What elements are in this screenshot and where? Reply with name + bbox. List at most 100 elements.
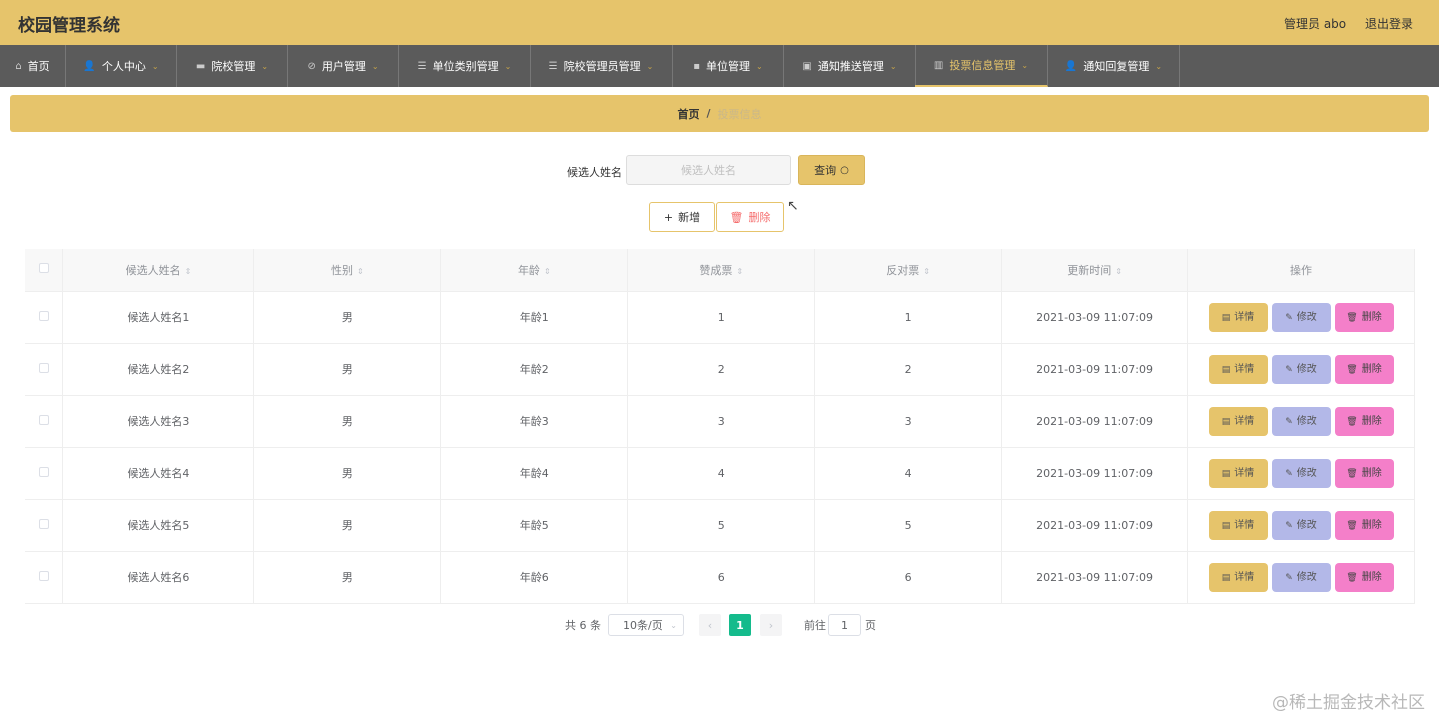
row-checkbox[interactable] xyxy=(25,291,64,344)
nav-item-1[interactable]: 👤 个人中心 ⌄ xyxy=(66,45,177,87)
delete-button[interactable]: 🗑 删除 xyxy=(1334,458,1394,488)
pagination-total: 共 6 条 xyxy=(565,619,601,632)
delete-button[interactable]: 🗑 删除 xyxy=(1334,562,1394,592)
table-cell: 男 xyxy=(253,447,442,500)
row-checkbox[interactable] xyxy=(25,343,64,396)
delete-button-label: 删除 xyxy=(1361,363,1382,375)
select-all-checkbox[interactable] xyxy=(25,249,64,292)
edit-button-label: 修改 xyxy=(1296,311,1317,323)
pencil-icon: ✎ xyxy=(1285,416,1293,427)
edit-button[interactable]: ✎ 修改 xyxy=(1271,302,1331,332)
batch-delete-button[interactable]: 🗑 删除 xyxy=(716,202,784,232)
trash-icon: 🗑 xyxy=(729,210,744,224)
row-checkbox[interactable] xyxy=(25,499,64,552)
table-cell: 3 xyxy=(814,395,1003,448)
add-button[interactable]: + 新增 xyxy=(649,202,715,232)
table-header-row: 候选人姓名 ⇕ 性别 ⇕ 年龄 ⇕ 赞成票 ⇕ 反对票 ⇕ 更新时间 ⇕ 操作 xyxy=(25,249,1415,292)
detail-button[interactable]: ▤ 详情 xyxy=(1208,302,1268,332)
col-header-label: 性别 xyxy=(331,263,354,277)
delete-button[interactable]: 🗑 删除 xyxy=(1334,302,1394,332)
detail-button[interactable]: ▤ 详情 xyxy=(1208,354,1268,384)
table-cell: 2021-03-09 11:07:09 xyxy=(1001,499,1189,552)
nav-item-2[interactable]: ▬ 院校管理 ⌄ xyxy=(177,45,288,87)
mouse-cursor-icon: ↖ xyxy=(787,198,799,214)
delete-button[interactable]: 🗑 删除 xyxy=(1334,510,1394,540)
nav-item-label: 投票信息管理 xyxy=(949,59,1016,72)
nav-item-8[interactable]: ▥ 投票信息管理 ⌄ xyxy=(915,45,1048,87)
edit-button[interactable]: ✎ 修改 xyxy=(1271,510,1331,540)
col-header-oppose[interactable]: 反对票 ⇕ xyxy=(814,249,1003,292)
detail-button-label: 详情 xyxy=(1234,467,1255,479)
row-checkbox[interactable] xyxy=(25,395,64,448)
table-cell: 年龄2 xyxy=(440,343,629,396)
pencil-icon: ✎ xyxy=(1285,520,1293,531)
sort-icon: ⇕ xyxy=(736,266,744,276)
page-size-select[interactable]: 10条/页 ⌄ xyxy=(608,614,684,636)
edit-button[interactable]: ✎ 修改 xyxy=(1271,354,1331,384)
table-cell: 候选人姓名4 xyxy=(62,447,255,500)
nav-item-label: 通知推送管理 xyxy=(817,60,884,73)
nav-item-4[interactable]: ☰ 单位类别管理 ⌄ xyxy=(399,45,531,87)
nav-item-5[interactable]: ☰ 院校管理员管理 ⌄ xyxy=(530,45,673,87)
table-cell: 4 xyxy=(627,447,816,500)
col-header-age[interactable]: 年龄 ⇕ xyxy=(440,249,629,292)
detail-icon: ▤ xyxy=(1221,364,1231,375)
col-header-name[interactable]: 候选人姓名 ⇕ xyxy=(62,249,255,292)
add-button-label: 新增 xyxy=(678,211,701,224)
delete-button[interactable]: 🗑 删除 xyxy=(1334,354,1394,384)
breadcrumb-separator: / xyxy=(706,107,711,120)
edit-button[interactable]: ✎ 修改 xyxy=(1271,458,1331,488)
delete-button[interactable]: 🗑 删除 xyxy=(1334,406,1394,436)
next-page-button[interactable]: › xyxy=(760,614,782,636)
col-header-gender[interactable]: 性别 ⇕ xyxy=(253,249,442,292)
table-cell: 候选人姓名3 xyxy=(62,395,255,448)
main-nav: ⌂ 首页 👤 个人中心 ⌄ ▬ 院校管理 ⌄ ⊘ 用户管理 ⌄ ☰ 单位类别管理 ⌄ ☰ 院校管理员管理 ⌄ ▪ 单… xyxy=(0,45,1439,87)
col-header-label: 反对票 xyxy=(886,263,920,277)
nav-item-9[interactable]: 👤 通知回复管理 ⌄ xyxy=(1048,45,1180,87)
table-cell: 2021-03-09 11:07:09 xyxy=(1001,447,1189,500)
col-header-approve[interactable]: 赞成票 ⇕ xyxy=(627,249,816,292)
edit-button[interactable]: ✎ 修改 xyxy=(1271,562,1331,592)
nav-item-3[interactable]: ⊘ 用户管理 ⌄ xyxy=(288,45,399,87)
detail-button[interactable]: ▤ 详情 xyxy=(1208,510,1268,540)
edit-button[interactable]: ✎ 修改 xyxy=(1271,406,1331,436)
table-cell: 年龄5 xyxy=(440,499,629,552)
table-cell: 2021-03-09 11:07:09 xyxy=(1001,551,1189,604)
table-cell: 4 xyxy=(814,447,1003,500)
col-header-label: 赞成票 xyxy=(699,263,733,277)
briefcase-icon: ▣ xyxy=(802,60,812,72)
detail-button[interactable]: ▤ 详情 xyxy=(1208,458,1268,488)
nav-item-0[interactable]: ⌂ 首页 xyxy=(0,45,66,87)
goto-page-input[interactable] xyxy=(828,614,861,636)
table-cell: 候选人姓名1 xyxy=(62,291,255,344)
logout-link[interactable]: 退出登录 xyxy=(1365,15,1413,32)
breadcrumb-home[interactable]: 首页 xyxy=(677,106,699,122)
detail-button[interactable]: ▤ 详情 xyxy=(1208,562,1268,592)
col-header-updated[interactable]: 更新时间 ⇕ xyxy=(1001,249,1189,292)
prev-page-button[interactable]: ‹ xyxy=(699,614,721,636)
detail-button-label: 详情 xyxy=(1234,363,1255,375)
batch-delete-label: 删除 xyxy=(748,211,771,224)
nav-item-label: 首页 xyxy=(27,60,50,73)
page-size-value: 10条/页 xyxy=(623,619,663,632)
person-icon: 👤 xyxy=(83,60,96,72)
candidate-name-input[interactable] xyxy=(626,155,791,185)
nav-item-7[interactable]: ▣ 通知推送管理 ⌄ xyxy=(784,45,916,87)
query-button-label: 查询 xyxy=(814,164,837,177)
row-checkbox[interactable] xyxy=(25,447,64,500)
edit-button-label: 修改 xyxy=(1296,571,1317,583)
query-button[interactable]: 查询 ○ xyxy=(798,155,865,185)
table-row: 候选人姓名2 男年龄2 2 2 2021-03-09 11:07:09 ▤ 详情 ✎ 修改 🗑 删除 xyxy=(25,343,1415,396)
nav-item-label: 用户管理 xyxy=(321,60,366,73)
nav-item-6[interactable]: ▪ 单位管理 ⌄ xyxy=(673,45,784,87)
page-number-1[interactable]: 1 xyxy=(729,614,751,636)
detail-button-label: 详情 xyxy=(1234,571,1255,583)
row-checkbox[interactable] xyxy=(25,551,64,604)
table-cell: 男 xyxy=(253,395,442,448)
table-cell: 年龄6 xyxy=(440,551,629,604)
delete-button-label: 删除 xyxy=(1361,311,1382,323)
delete-button-label: 删除 xyxy=(1361,519,1382,531)
sort-icon: ⇕ xyxy=(184,266,192,276)
detail-button[interactable]: ▤ 详情 xyxy=(1208,406,1268,436)
chevron-down-icon: ⌄ xyxy=(1021,60,1029,70)
